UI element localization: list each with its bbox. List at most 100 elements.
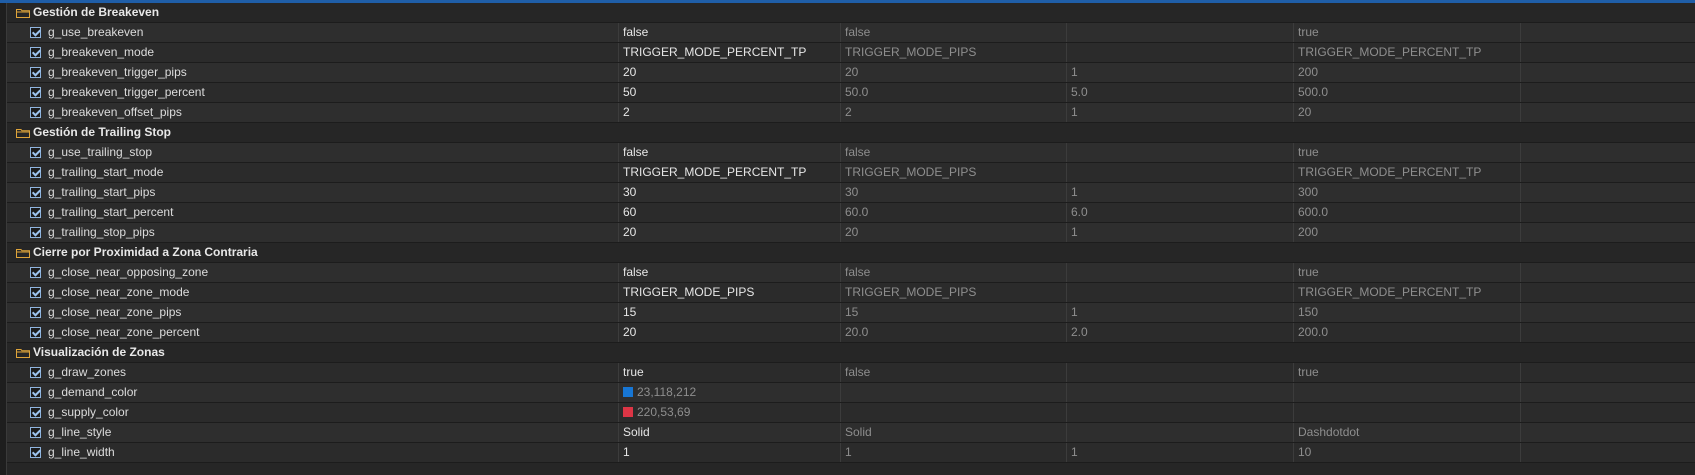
parameter-stop-cell[interactable]: 150: [1293, 303, 1520, 322]
parameter-step-cell[interactable]: 1: [1066, 103, 1293, 122]
parameter-step-cell[interactable]: [1066, 263, 1293, 282]
parameter-step-cell[interactable]: [1066, 23, 1293, 42]
optimize-checkbox[interactable]: [30, 327, 41, 338]
parameter-step-cell[interactable]: [1066, 163, 1293, 182]
optimize-checkbox[interactable]: [30, 307, 41, 318]
optimize-checkbox[interactable]: [30, 27, 41, 38]
parameter-group-header[interactable]: Gestión de Trailing Stop: [7, 123, 1695, 143]
parameter-step-cell[interactable]: 1: [1066, 63, 1293, 82]
parameter-stop-cell[interactable]: TRIGGER_MODE_PERCENT_TP: [1293, 43, 1520, 62]
parameter-stop-cell[interactable]: [1293, 403, 1520, 422]
parameter-start-cell[interactable]: TRIGGER_MODE_PIPS: [840, 163, 1066, 182]
left-side-panel-strip[interactable]: [0, 3, 7, 475]
parameter-row[interactable]: g_use_breakeven false false true: [7, 23, 1695, 43]
parameter-row[interactable]: g_use_trailing_stop false false true: [7, 143, 1695, 163]
parameter-stop-cell[interactable]: 600.0: [1293, 203, 1520, 222]
parameter-step-cell[interactable]: 1: [1066, 303, 1293, 322]
parameter-row[interactable]: g_draw_zones true false true: [7, 363, 1695, 383]
parameter-start-cell[interactable]: 15: [840, 303, 1066, 322]
parameter-stop-cell[interactable]: true: [1293, 143, 1520, 162]
parameter-start-cell[interactable]: 2: [840, 103, 1066, 122]
parameter-stop-cell[interactable]: 300: [1293, 183, 1520, 202]
parameter-stop-cell[interactable]: 200: [1293, 223, 1520, 242]
optimize-checkbox[interactable]: [30, 187, 41, 198]
parameter-step-cell[interactable]: [1066, 283, 1293, 302]
optimize-checkbox[interactable]: [30, 107, 41, 118]
parameter-step-cell[interactable]: [1066, 403, 1293, 422]
parameter-step-cell[interactable]: 2.0: [1066, 323, 1293, 342]
parameter-value-cell[interactable]: Solid: [618, 423, 840, 442]
parameter-row[interactable]: g_demand_color 23,118,212: [7, 383, 1695, 403]
parameter-value-cell[interactable]: 220,53,69: [618, 403, 840, 422]
parameter-stop-cell[interactable]: TRIGGER_MODE_PERCENT_TP: [1293, 283, 1520, 302]
parameter-step-cell[interactable]: 1: [1066, 443, 1293, 462]
parameter-step-cell[interactable]: 1: [1066, 183, 1293, 202]
parameter-value-cell[interactable]: TRIGGER_MODE_PIPS: [618, 283, 840, 302]
optimize-checkbox[interactable]: [30, 447, 41, 458]
parameter-start-cell[interactable]: 20: [840, 63, 1066, 82]
parameter-stop-cell[interactable]: 10: [1293, 443, 1520, 462]
optimize-checkbox[interactable]: [30, 267, 41, 278]
parameter-value-cell[interactable]: 20: [618, 223, 840, 242]
parameter-row[interactable]: g_trailing_start_mode TRIGGER_MODE_PERCEN…: [7, 163, 1695, 183]
parameter-value-cell[interactable]: false: [618, 143, 840, 162]
parameter-stop-cell[interactable]: true: [1293, 23, 1520, 42]
parameter-value-cell[interactable]: false: [618, 263, 840, 282]
optimize-checkbox[interactable]: [30, 227, 41, 238]
parameter-row[interactable]: g_breakeven_mode TRIGGER_MODE_PERCENT_TP T…: [7, 43, 1695, 63]
color-swatch[interactable]: [623, 407, 633, 417]
parameter-start-cell[interactable]: 50.0: [840, 83, 1066, 102]
parameter-stop-cell[interactable]: [1293, 383, 1520, 402]
optimize-checkbox[interactable]: [30, 167, 41, 178]
optimize-checkbox[interactable]: [30, 287, 41, 298]
parameter-row[interactable]: g_line_width 1 1 1 10: [7, 443, 1695, 463]
parameter-start-cell[interactable]: TRIGGER_MODE_PIPS: [840, 283, 1066, 302]
parameter-step-cell[interactable]: 6.0: [1066, 203, 1293, 222]
parameter-step-cell[interactable]: [1066, 383, 1293, 402]
parameter-start-cell[interactable]: 1: [840, 443, 1066, 462]
parameter-value-cell[interactable]: 30: [618, 183, 840, 202]
parameter-stop-cell[interactable]: 20: [1293, 103, 1520, 122]
optimize-checkbox[interactable]: [30, 407, 41, 418]
parameter-row[interactable]: g_close_near_zone_pips 15 15 1 150: [7, 303, 1695, 323]
parameter-value-cell[interactable]: 20: [618, 63, 840, 82]
parameter-value-cell[interactable]: 60: [618, 203, 840, 222]
optimize-checkbox[interactable]: [30, 147, 41, 158]
parameter-row[interactable]: g_close_near_opposing_zone false false true: [7, 263, 1695, 283]
parameter-stop-cell[interactable]: 500.0: [1293, 83, 1520, 102]
parameter-stop-cell[interactable]: 200.0: [1293, 323, 1520, 342]
parameter-start-cell[interactable]: 20: [840, 223, 1066, 242]
parameter-value-cell[interactable]: 1: [618, 443, 840, 462]
parameter-stop-cell[interactable]: TRIGGER_MODE_PERCENT_TP: [1293, 163, 1520, 182]
parameter-step-cell[interactable]: [1066, 363, 1293, 382]
parameter-start-cell[interactable]: [840, 383, 1066, 402]
parameter-group-header[interactable]: Visualización de Zonas: [7, 343, 1695, 363]
parameter-start-cell[interactable]: Solid: [840, 423, 1066, 442]
optimize-checkbox[interactable]: [30, 87, 41, 98]
parameter-value-cell[interactable]: 2: [618, 103, 840, 122]
optimize-checkbox[interactable]: [30, 207, 41, 218]
parameter-start-cell[interactable]: false: [840, 363, 1066, 382]
parameter-start-cell[interactable]: false: [840, 143, 1066, 162]
optimize-checkbox[interactable]: [30, 367, 41, 378]
parameter-step-cell[interactable]: 1: [1066, 223, 1293, 242]
optimize-checkbox[interactable]: [30, 47, 41, 58]
optimize-checkbox[interactable]: [30, 387, 41, 398]
parameter-start-cell[interactable]: 60.0: [840, 203, 1066, 222]
parameter-row[interactable]: g_breakeven_trigger_pips 20 20 1 200: [7, 63, 1695, 83]
parameter-value-cell[interactable]: true: [618, 363, 840, 382]
parameter-start-cell[interactable]: 30: [840, 183, 1066, 202]
parameter-stop-cell[interactable]: 200: [1293, 63, 1520, 82]
parameter-row[interactable]: g_trailing_start_pips 30 30 1 300: [7, 183, 1695, 203]
parameter-value-cell[interactable]: 50: [618, 83, 840, 102]
parameter-value-cell[interactable]: TRIGGER_MODE_PERCENT_TP: [618, 163, 840, 182]
parameter-step-cell[interactable]: [1066, 43, 1293, 62]
parameter-group-header[interactable]: Gestión de Breakeven: [7, 3, 1695, 23]
parameter-stop-cell[interactable]: true: [1293, 363, 1520, 382]
parameter-start-cell[interactable]: 20.0: [840, 323, 1066, 342]
parameter-step-cell[interactable]: [1066, 143, 1293, 162]
parameter-stop-cell[interactable]: true: [1293, 263, 1520, 282]
parameter-step-cell[interactable]: [1066, 423, 1293, 442]
parameter-value-cell[interactable]: 15: [618, 303, 840, 322]
parameter-value-cell[interactable]: 23,118,212: [618, 383, 840, 402]
